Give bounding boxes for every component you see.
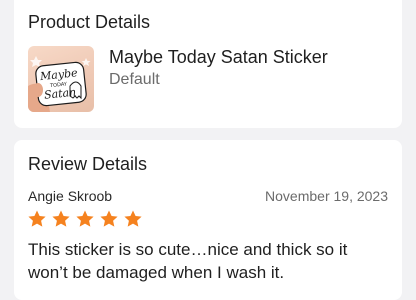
star-icon [52,210,70,227]
star-icon [76,210,94,227]
star-icon [124,210,142,227]
review-details-card: Review Details Angie Skroob November 19,… [14,140,402,300]
review-details-title: Review Details [28,154,148,174]
star-icon [100,210,118,227]
product-variant: Default [109,71,160,88]
star-rating [27,209,143,229]
star-icon [28,210,46,227]
review-text: This sticker is so cute…nice and thick s… [28,240,348,282]
product-details-title: Product Details [28,12,151,32]
sticker-image: Maybe TODAY Satan [28,56,91,112]
product-details-card: Product Details Maybe TODAY Satan Maybe … [14,0,402,128]
reviewer-name: Angie Skroob [28,188,113,204]
review-date: November 19, 2023 [265,188,388,204]
product-thumbnail[interactable]: Maybe TODAY Satan [28,46,94,112]
product-name[interactable]: Maybe Today Satan Sticker [109,47,328,68]
